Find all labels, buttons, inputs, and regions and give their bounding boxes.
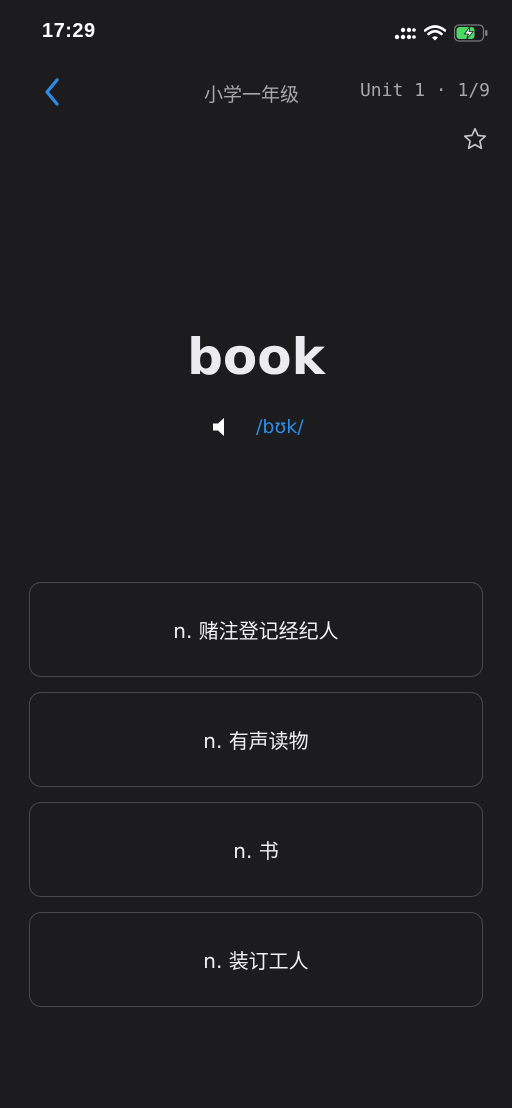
vocabulary-word: book [187, 328, 325, 386]
battery-charging-icon [454, 24, 488, 42]
answer-options: n. 赌注登记经纪人 n. 有声读物 n. 书 n. 装订工人 [29, 582, 483, 1022]
back-button[interactable] [36, 74, 68, 110]
unit-progress: Unit 1 · 1/9 [359, 80, 490, 101]
answer-option-2[interactable]: n. 有声读物 [29, 692, 483, 787]
favorite-button[interactable] [460, 124, 490, 154]
page-title: 小学一年级 [204, 85, 300, 106]
status-bar: 17:29 [0, 0, 512, 64]
play-audio-button[interactable] [208, 414, 232, 440]
pronunciation-row: /bʊk/ [0, 410, 512, 444]
status-time: 17:29 [42, 20, 96, 42]
star-outline-icon [463, 127, 487, 150]
speaker-icon [213, 418, 224, 436]
cellular-signal-icon [394, 27, 416, 40]
wifi-icon [424, 25, 446, 41]
navigation-bar: 小学一年级 Unit 1 · 1/9 [0, 64, 512, 120]
answer-option-1[interactable]: n. 赌注登记经纪人 [29, 582, 483, 677]
chevron-left-icon [45, 78, 59, 106]
phonetic-transcription: /bʊk/ [256, 416, 304, 438]
status-icons [394, 22, 488, 44]
answer-option-4[interactable]: n. 装订工人 [29, 912, 483, 1007]
answer-option-3[interactable]: n. 书 [29, 802, 483, 897]
